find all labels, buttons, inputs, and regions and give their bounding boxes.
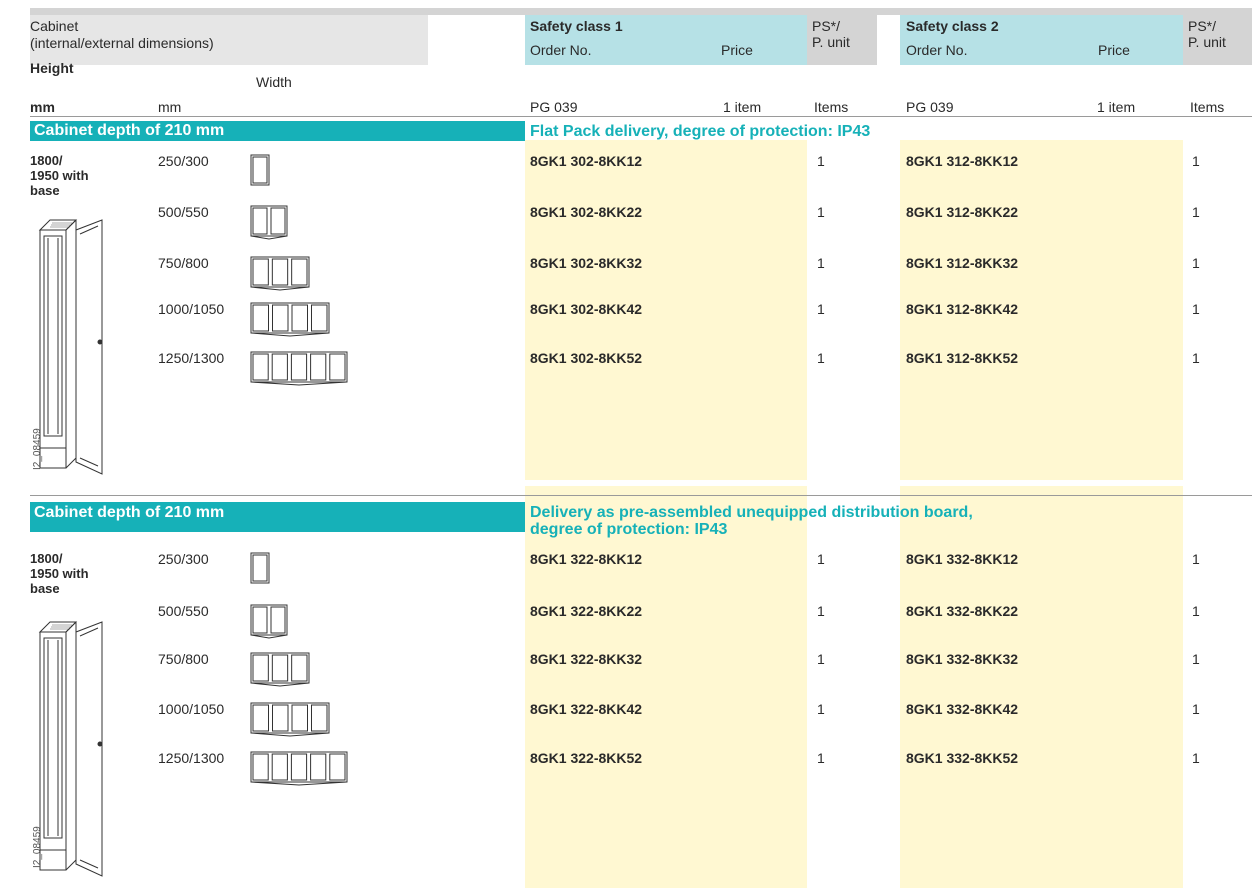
ps-value-class-1: 1 <box>817 750 825 766</box>
width-value: 250/300 <box>158 551 209 567</box>
cabinet-width-icon <box>250 351 350 387</box>
width-value: 1000/1050 <box>158 301 225 317</box>
header-order-no-1: Order No. <box>530 42 592 58</box>
ps-value-class-2: 1 <box>1192 603 1200 619</box>
header-safety-class-2: Safety class 2 <box>906 18 999 34</box>
ps-value-class-1: 1 <box>817 701 825 717</box>
order-number-class-1: 8GK1 302-8KK42 <box>530 301 643 317</box>
cabinet-width-icon <box>250 652 312 688</box>
cabinet-width-icon <box>250 154 272 190</box>
section-1-delivery: Flat Pack delivery, degree of protection… <box>530 123 871 140</box>
section-2-height: 1800/ 1950 with base <box>30 551 89 596</box>
divider <box>30 116 1252 117</box>
width-value: 750/800 <box>158 651 209 667</box>
order-number-class-1: 8GK1 322-8KK52 <box>530 750 643 766</box>
order-number-class-1: 8GK1 322-8KK32 <box>530 651 643 667</box>
section-2-delivery-line-2: degree of protection: IP43 <box>530 521 728 538</box>
order-number-class-2: 8GK1 332-8KK12 <box>906 551 1019 567</box>
section-2-delivery-line-1: Delivery as pre-assembled unequipped dis… <box>530 504 973 521</box>
header-cabinet: Cabinet <box>30 18 79 34</box>
ps-value-class-2: 1 <box>1192 701 1200 717</box>
width-value: 500/550 <box>158 204 209 220</box>
cabinet-width-icon <box>250 751 350 787</box>
order-number-class-1: 8GK1 302-8KK32 <box>530 255 643 271</box>
header-order-no-2: Order No. <box>906 42 968 58</box>
item-1: 1 item <box>723 99 762 115</box>
section-1-height: 1800/ 1950 with base <box>30 153 89 198</box>
order-number-class-1: 8GK1 302-8KK12 <box>530 153 643 169</box>
ps-value-class-1: 1 <box>817 551 825 567</box>
image-code-2: I2_08459 <box>32 826 43 868</box>
gap <box>900 480 1183 486</box>
ps-value-class-2: 1 <box>1192 750 1200 766</box>
unit-height-mm: mm <box>30 99 55 115</box>
header-punit-1: P. unit <box>812 34 850 50</box>
order-number-class-2: 8GK1 332-8KK52 <box>906 750 1019 766</box>
ps-value-class-2: 1 <box>1192 350 1200 366</box>
header-punit-2: P. unit <box>1188 34 1226 50</box>
header-height: Height <box>30 60 74 76</box>
ps-value-class-2: 1 <box>1192 204 1200 220</box>
cabinet-width-icon <box>250 702 332 738</box>
gap <box>525 480 807 486</box>
ps-value-class-2: 1 <box>1192 255 1200 271</box>
order-number-class-2: 8GK1 312-8KK52 <box>906 350 1019 366</box>
ps-value-class-1: 1 <box>817 603 825 619</box>
order-number-class-2: 8GK1 332-8KK32 <box>906 651 1019 667</box>
width-value: 500/550 <box>158 603 209 619</box>
order-number-class-1: 8GK1 322-8KK22 <box>530 603 643 619</box>
cabinet-width-icon <box>250 205 290 241</box>
order-number-class-2: 8GK1 312-8KK42 <box>906 301 1019 317</box>
width-value: 250/300 <box>158 153 209 169</box>
width-value: 750/800 <box>158 255 209 271</box>
header-price-2: Price <box>1098 42 1130 58</box>
unit-width-mm: mm <box>158 99 182 115</box>
ps-value-class-2: 1 <box>1192 301 1200 317</box>
order-number-class-1: 8GK1 322-8KK42 <box>530 701 643 717</box>
cabinet-width-icon <box>250 604 290 640</box>
header-price-1: Price <box>721 42 753 58</box>
top-rule <box>30 8 1252 15</box>
header-safety-class-1: Safety class 1 <box>530 18 623 34</box>
order-number-class-2: 8GK1 312-8KK32 <box>906 255 1019 271</box>
order-number-class-1: 8GK1 322-8KK12 <box>530 551 643 567</box>
ps-value-class-1: 1 <box>817 153 825 169</box>
order-number-class-2: 8GK1 312-8KK22 <box>906 204 1019 220</box>
ps-value-class-1: 1 <box>817 255 825 271</box>
pg-1: PG 039 <box>530 99 578 115</box>
ps-value-class-2: 1 <box>1192 153 1200 169</box>
item-2: 1 item <box>1097 99 1136 115</box>
header-ps-2: PS*/ <box>1188 18 1217 34</box>
order-number-class-2: 8GK1 312-8KK12 <box>906 153 1019 169</box>
cabinet-illustration <box>36 614 126 884</box>
header-width: Width <box>256 74 292 90</box>
header-ps-1: PS*/ <box>812 18 841 34</box>
image-code-1: I2_08459 <box>32 428 43 470</box>
width-value: 1250/1300 <box>158 350 225 366</box>
divider <box>30 495 1252 496</box>
header-dimensions: (internal/external dimensions) <box>30 35 214 51</box>
order-number-class-2: 8GK1 332-8KK22 <box>906 603 1019 619</box>
ps-value-class-2: 1 <box>1192 651 1200 667</box>
section-2-title: Cabinet depth of 210 mm <box>30 502 525 532</box>
ps-value-class-2: 1 <box>1192 551 1200 567</box>
ps-value-class-1: 1 <box>817 350 825 366</box>
order-number-class-1: 8GK1 302-8KK22 <box>530 204 643 220</box>
width-value: 1000/1050 <box>158 701 225 717</box>
ps-value-class-1: 1 <box>817 301 825 317</box>
pg-2: PG 039 <box>906 99 954 115</box>
order-number-class-1: 8GK1 302-8KK52 <box>530 350 643 366</box>
section-1-title: Cabinet depth of 210 mm <box>30 121 525 141</box>
ps-value-class-1: 1 <box>817 651 825 667</box>
cabinet-width-icon <box>250 256 312 292</box>
items-1: Items <box>814 99 849 115</box>
items-2: Items <box>1190 99 1225 115</box>
width-value: 1250/1300 <box>158 750 225 766</box>
cabinet-width-icon <box>250 552 272 588</box>
cabinet-width-icon <box>250 302 332 338</box>
ps-value-class-1: 1 <box>817 204 825 220</box>
order-number-class-2: 8GK1 332-8KK42 <box>906 701 1019 717</box>
cabinet-illustration <box>36 212 126 482</box>
